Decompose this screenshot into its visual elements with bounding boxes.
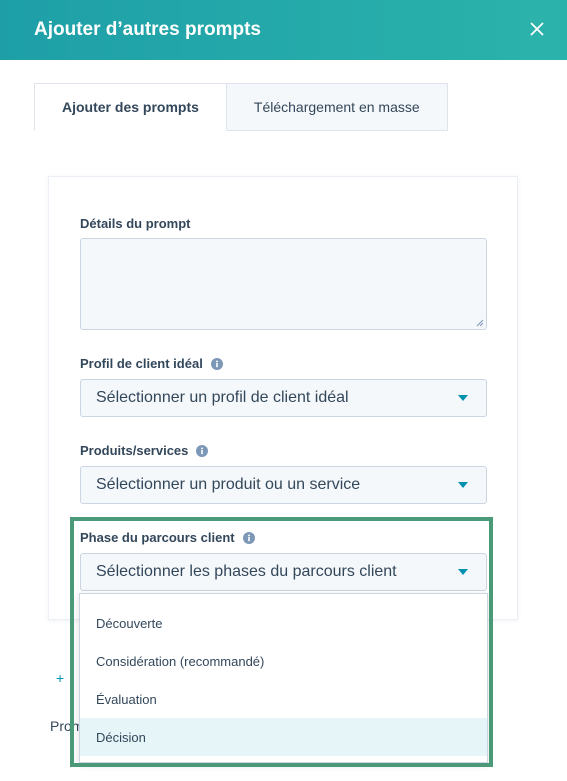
journey-phase-label: Phase du parcours client bbox=[80, 530, 255, 545]
products-select[interactable]: Sélectionner un produit ou un service bbox=[80, 466, 487, 504]
tab-add-prompts[interactable]: Ajouter des prompts bbox=[34, 83, 227, 131]
option-consideration[interactable]: Considération (recommandé) bbox=[80, 642, 487, 680]
resize-handle-icon[interactable] bbox=[476, 319, 484, 327]
chevron-down-icon bbox=[458, 395, 468, 401]
products-select-value: Sélectionner un produit ou un service bbox=[96, 476, 361, 493]
add-prompt-plus[interactable]: + bbox=[56, 670, 64, 686]
chevron-down-icon bbox=[458, 482, 468, 488]
option-label: Découverte bbox=[96, 615, 163, 631]
icp-label: Profil de client idéal bbox=[80, 356, 223, 371]
modal-title: Ajouter d’autres prompts bbox=[34, 19, 261, 40]
journey-phase-label-text: Phase du parcours client bbox=[80, 530, 235, 545]
close-icon bbox=[530, 22, 544, 36]
icp-label-text: Profil de client idéal bbox=[80, 356, 203, 371]
prompt-details-label-text: Détails du prompt bbox=[80, 216, 191, 231]
close-button[interactable] bbox=[525, 17, 549, 41]
info-icon[interactable] bbox=[242, 531, 255, 544]
tab-bulk-upload[interactable]: Téléchargement en masse bbox=[226, 83, 448, 131]
info-icon[interactable] bbox=[210, 357, 223, 370]
products-label-text: Produits/services bbox=[80, 443, 189, 458]
info-icon[interactable] bbox=[196, 444, 209, 457]
journey-phase-dropdown-menu: Découverte Considération (recommandé) Év… bbox=[79, 593, 488, 763]
prompt-details-label: Détails du prompt bbox=[80, 216, 191, 231]
modal-header: Ajouter d’autres prompts bbox=[0, 0, 567, 60]
tab-bar: Ajouter des prompts Téléchargement en ma… bbox=[34, 83, 448, 131]
option-evaluation[interactable]: Évaluation bbox=[80, 680, 487, 718]
option-label: Décision bbox=[96, 729, 146, 745]
journey-phase-select-value: Sélectionner les phases du parcours clie… bbox=[96, 563, 397, 580]
tab-add-prompts-label: Ajouter des prompts bbox=[62, 99, 199, 115]
prompt-details-textarea[interactable] bbox=[80, 238, 487, 330]
option-decouverte[interactable]: Découverte bbox=[80, 604, 487, 642]
journey-phase-select[interactable]: Sélectionner les phases du parcours clie… bbox=[80, 553, 487, 591]
icp-select[interactable]: Sélectionner un profil de client idéal bbox=[80, 379, 487, 417]
products-label: Produits/services bbox=[80, 443, 209, 458]
icp-select-value: Sélectionner un profil de client idéal bbox=[96, 389, 349, 406]
chevron-down-icon bbox=[458, 569, 468, 575]
option-label: Évaluation bbox=[96, 691, 157, 707]
option-label: Considération (recommandé) bbox=[96, 653, 265, 669]
tab-bulk-upload-label: Téléchargement en masse bbox=[253, 99, 420, 115]
option-decision[interactable]: Décision bbox=[80, 718, 487, 756]
